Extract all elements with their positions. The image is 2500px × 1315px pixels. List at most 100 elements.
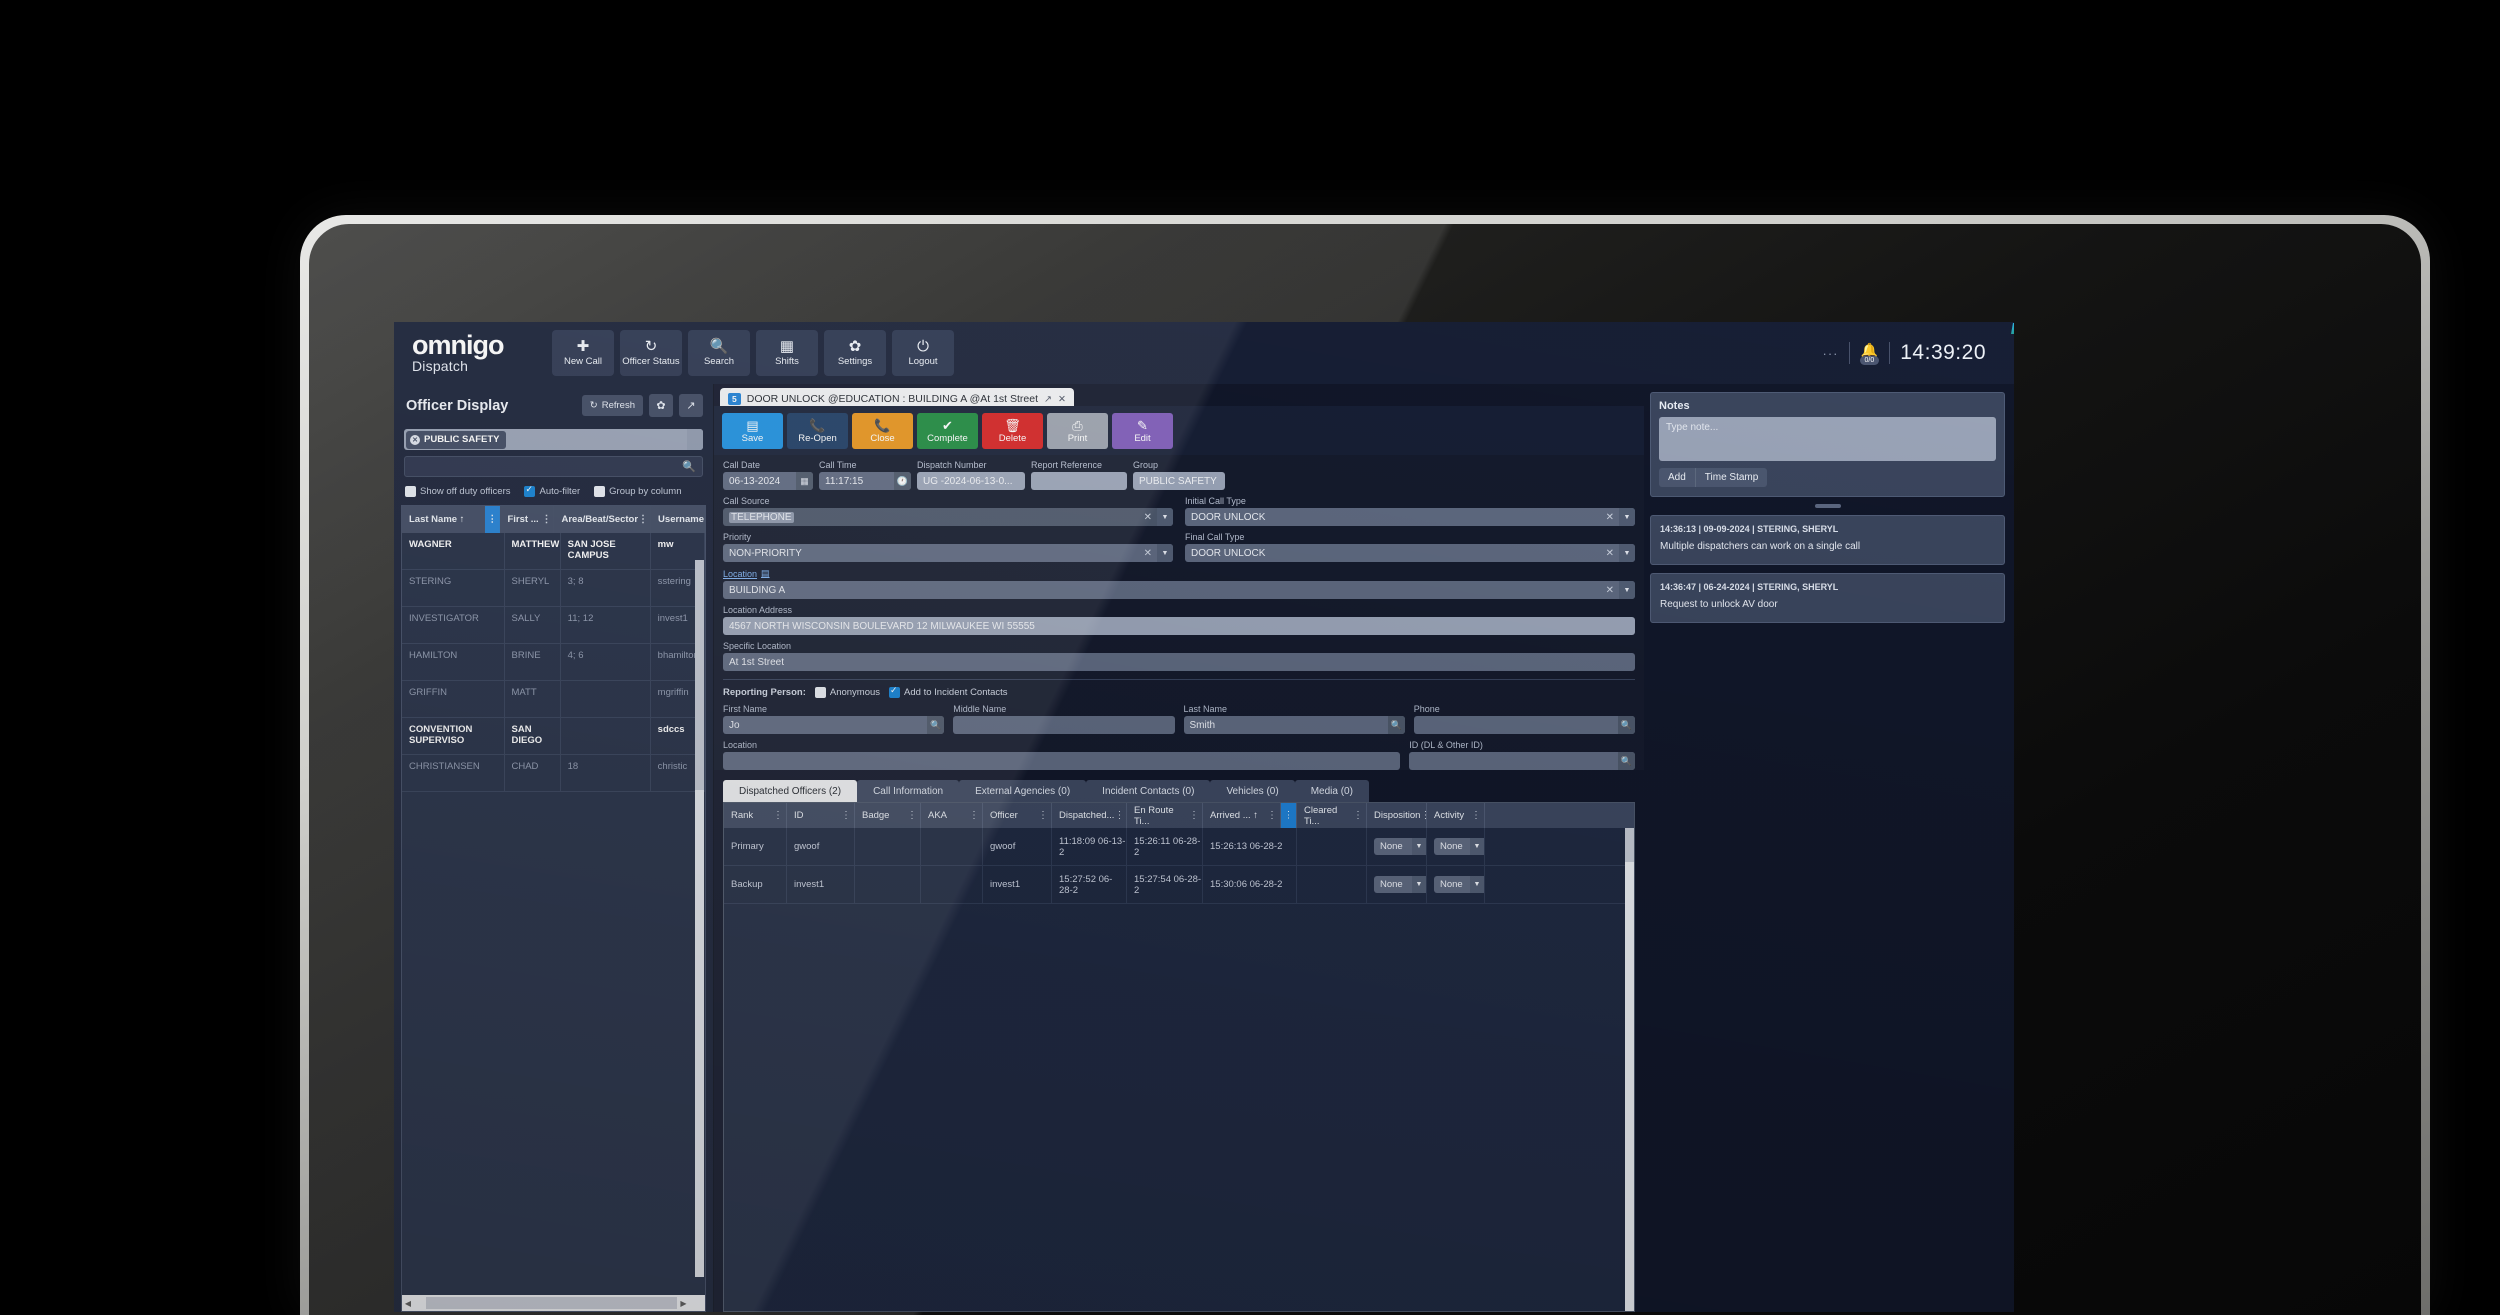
call-source-select[interactable]: TELEPHONE ✕ ▼ [723,508,1173,526]
grid-col-arrived[interactable]: Arrived ... ↑ ⋮ [1203,803,1281,828]
final-call-type-select[interactable]: DOOR UNLOCK ✕ ▼ [1185,544,1635,562]
officer-col-username[interactable]: Username [651,506,705,533]
clear-icon[interactable]: ✕ [1606,548,1619,559]
search-icon[interactable]: 🔍 [1618,716,1635,734]
officer-col-first[interactable]: First ... ⋮ [500,506,555,533]
call-time-input[interactable]: 11:17:15 🕐 [819,472,911,490]
anonymous-checkbox[interactable]: Anonymous [814,687,880,698]
panel-settings-button[interactable]: ✿ [649,394,673,417]
subtab-media[interactable]: Media (0) [1294,780,1369,802]
grid-col-rank[interactable]: Rank ⋮ [724,803,787,828]
officer-search-input[interactable]: 🔍 [404,456,703,477]
officer-table-hscrollbar[interactable]: ◀ ▶ [402,1295,705,1311]
subtab-external-agencies[interactable]: External Agencies (0) [959,780,1087,802]
chevron-down-icon[interactable]: ▼ [1412,876,1426,893]
group-filter-field[interactable]: ✕ PUBLIC SAFETY [404,429,703,450]
scrollbar-thumb[interactable] [1625,828,1634,862]
subtab-call-information[interactable]: Call Information [857,780,960,802]
chevron-down-icon[interactable]: ▼ [1157,544,1173,562]
officer-table-vscrollbar[interactable] [695,560,704,1277]
note-entry[interactable]: 14:36:47 | 06-24-2024 | STERING, SHERYL R… [1650,573,2005,623]
external-link-icon[interactable]: ↗ [1044,394,1052,405]
re-open-button[interactable]: 📞 Re-Open [787,413,848,449]
officer-row[interactable]: WAGNER MATTHEW SAN JOSE CAMPUS mw [402,533,705,570]
filter-chip[interactable]: ✕ PUBLIC SAFETY [406,430,507,449]
grid-vscrollbar[interactable] [1625,828,1634,1311]
column-menu-icon[interactable]: ⋮ [1267,810,1277,821]
column-menu-icon[interactable]: ⋮ [1189,810,1199,821]
remove-chip-icon[interactable]: ✕ [410,434,420,445]
group-input[interactable]: PUBLIC SAFETY [1133,472,1225,490]
clear-icon[interactable]: ✕ [1606,585,1619,596]
document-icon[interactable]: ▤ [761,568,770,579]
dispatch-number-input[interactable]: UG -2024-06-13-0... [917,472,1025,490]
refresh-button[interactable]: ↻ Refresh [581,395,643,416]
scroll-right-icon[interactable]: ▶ [677,1299,689,1308]
print-button[interactable]: ⎙ Print [1047,413,1108,449]
grid-col-officer[interactable]: Officer ⋮ [983,803,1052,828]
report-reference-input[interactable] [1031,472,1127,490]
clear-icon[interactable]: ✕ [1144,548,1157,559]
chevron-down-icon[interactable]: ▼ [1619,581,1635,599]
initial-call-type-select[interactable]: DOOR UNLOCK ✕ ▼ [1185,508,1635,526]
column-menu-icon[interactable]: ⋮ [1114,810,1124,821]
notifications-button[interactable]: 🔔 0/0 [1859,342,1880,365]
location-address-input[interactable]: 4567 NORTH WISCONSIN BOULEVARD 12 MILWAU… [723,617,1635,635]
clock-icon[interactable]: 🕐 [894,472,911,490]
grid-col-dispatched[interactable]: Dispatched... ⋮ [1052,803,1127,828]
checkbox-auto-filter[interactable]: Auto-filter [524,484,580,497]
specific-location-input[interactable]: At 1st Street [723,653,1635,671]
column-menu-icon[interactable]: ⋮ [841,810,851,821]
nav-button-officer-status[interactable]: ↻ Officer Status [620,330,682,376]
column-menu-icon[interactable]: ⋮ [969,810,979,821]
officer-col-lastname[interactable]: Last Name ↑ [402,506,485,533]
chevron-down-icon[interactable]: ▼ [1470,838,1484,855]
middle-name-input[interactable] [953,716,1175,734]
column-menu-icon[interactable]: ⋮ [773,810,783,821]
column-menu-icon[interactable]: ⋮ [1471,810,1481,821]
overflow-menu-icon[interactable]: ··· [1823,346,1839,361]
column-menu-icon[interactable]: ⋮ [907,810,917,821]
panel-resize-handle[interactable] [1814,504,1841,508]
edit-button[interactable]: ✎ Edit [1112,413,1173,449]
priority-select[interactable]: NON-PRIORITY ✕ ▼ [723,544,1173,562]
grid-col-activity[interactable]: Activity ⋮ [1427,803,1485,828]
subtab-dispatched-officers[interactable]: Dispatched Officers (2) [723,780,858,802]
grid-col-disposition[interactable]: Disposition ⋮ [1367,803,1430,828]
officer-col-areabeatsector[interactable]: Area/Beat/Sector ⋮ [554,506,652,533]
checkbox-group-by-column[interactable]: Group by column [594,486,681,497]
add-to-incident-contacts-checkbox[interactable]: Add to Incident Contacts [889,685,1008,698]
last-name-input[interactable]: Smith 🔍 [1183,716,1405,734]
location-link[interactable]: Location ▤ [723,568,1635,579]
chevron-down-icon[interactable]: ▼ [1619,544,1635,562]
nav-button-logout[interactable]: ⏻ Logout [892,330,954,376]
grid-col-badge[interactable]: Badge ⋮ [855,803,921,828]
close-icon[interactable]: ✕ [1058,394,1066,405]
nav-button-settings[interactable]: ✿ Settings [824,330,886,376]
clear-icon[interactable]: ✕ [1606,512,1619,523]
search-icon[interactable]: 🔍 [1387,716,1405,734]
grid-col-enrouteti[interactable]: En Route Ti... ⋮ [1127,803,1203,828]
calendar-icon[interactable]: ▦ [796,472,813,490]
delete-button[interactable]: 🗑 Delete [982,413,1043,449]
first-name-input[interactable]: Jo 🔍 [723,716,945,734]
column-menu-icon[interactable]: ⋮ [541,514,551,525]
id-dl-input[interactable]: 🔍 [1409,752,1635,770]
complete-button[interactable]: ✔ Complete [917,413,978,449]
disposition-select[interactable]: None ▼ [1374,876,1426,893]
hscrollbar-thumb[interactable] [426,1297,678,1309]
column-menu-icon[interactable]: ⋮ [638,514,648,525]
grid-col-aka[interactable]: AKA ⋮ [921,803,983,828]
nav-button-new-call[interactable]: ✚ New Call [552,330,614,376]
clear-icon[interactable]: ✕ [1144,512,1157,523]
nav-button-shifts[interactable]: ▦ Shifts [756,330,818,376]
officer-row[interactable]: INVESTIGATOR SALLY 11; 12 invest1 [402,607,705,644]
grid-row[interactable]: Backup invest1 invest1 15:27:52 06-28-2 15:2… [724,866,1634,904]
chevron-down-icon[interactable]: ▼ [1157,508,1173,526]
save-button[interactable]: ▤ Save [722,413,783,449]
note-entry[interactable]: 14:36:13 | 09-09-2024 | STERING, SHERYL M… [1650,515,2005,565]
close-button[interactable]: 📞 Close [852,413,913,449]
column-menu-icon[interactable]: ⋮ [1038,810,1048,821]
phone-input[interactable]: 🔍 [1413,716,1635,734]
subtab-vehicles[interactable]: Vehicles (0) [1210,780,1295,802]
